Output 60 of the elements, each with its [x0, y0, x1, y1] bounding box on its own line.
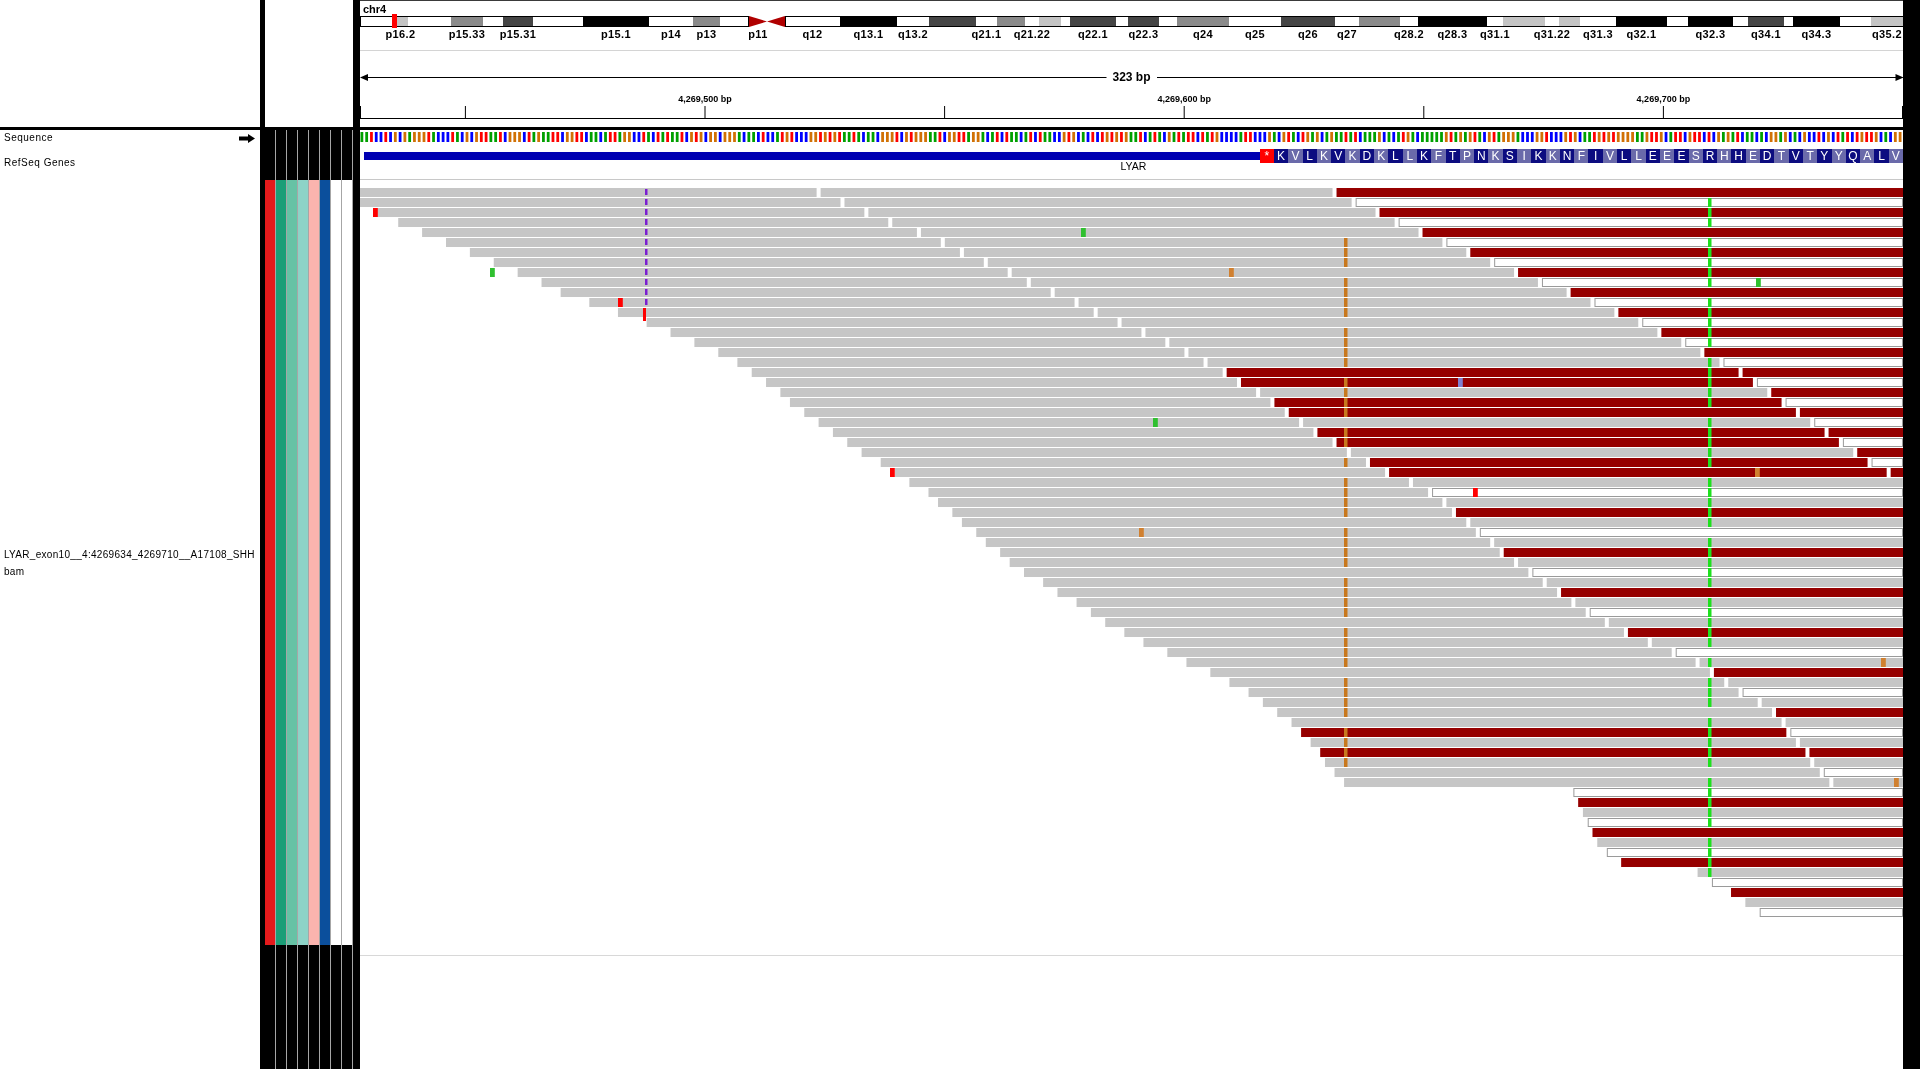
- cytoband-label: q21.22: [1013, 29, 1051, 39]
- amino-acid: D: [1760, 149, 1775, 163]
- amino-acid: L: [1631, 149, 1646, 163]
- amino-acid: K: [1531, 149, 1546, 163]
- amino-acid: F: [1574, 149, 1589, 163]
- amino-acid: F: [1431, 149, 1446, 163]
- ruler-tick-label: 4,269,500 bp: [678, 94, 732, 104]
- stop-codon: *: [1259, 149, 1274, 163]
- cytoband-label: q22.1: [1077, 29, 1109, 39]
- cytoband-label: p14: [660, 29, 682, 39]
- amino-acid: V: [1331, 149, 1346, 163]
- cytoband-label: q34.1: [1750, 29, 1782, 39]
- cytoband-label: q31.3: [1582, 29, 1614, 39]
- gene-name: LYAR: [1120, 161, 1147, 172]
- cytoband-label: p13: [696, 29, 717, 39]
- cytoband-label: q27: [1336, 29, 1358, 39]
- amino-acid: K: [1488, 149, 1503, 163]
- ruler-tick-label: 4,269,700 bp: [1636, 94, 1691, 104]
- cytoband-label: p16.2: [385, 29, 416, 39]
- chromosome-name: chr4: [363, 2, 387, 15]
- cytoband-label: q13.2: [897, 29, 929, 39]
- cytoband-label: q22.3: [1128, 29, 1159, 39]
- ruler-tick-label: 4,269,600 bp: [1157, 94, 1211, 104]
- amino-acid: N: [1474, 149, 1489, 163]
- cytoband-label: q32.3: [1695, 29, 1726, 39]
- cytoband-label: p15.1: [600, 29, 632, 39]
- cytoband-label: q32.1: [1626, 29, 1657, 39]
- amino-acid: K: [1374, 149, 1389, 163]
- amino-acid: L: [1874, 149, 1889, 163]
- cytoband-label: q31.22: [1533, 29, 1571, 39]
- amino-acid: L: [1617, 149, 1632, 163]
- cytoband-label: q12: [802, 29, 823, 39]
- cytoband-label: q25: [1244, 29, 1266, 39]
- track-name: RefSeq Genes: [4, 157, 76, 169]
- amino-acid: T: [1774, 149, 1789, 163]
- arrow-right-icon[interactable]: [239, 133, 255, 143]
- cytoband-label: p15.33: [448, 29, 486, 39]
- cytoband-label: q24: [1192, 29, 1214, 39]
- cytoband-label: q35.2: [1871, 29, 1903, 39]
- amino-acid: L: [1388, 149, 1403, 163]
- cytoband-label: q34.3: [1801, 29, 1832, 39]
- cytoband-label: q26: [1297, 29, 1319, 39]
- track-name: Sequence: [4, 132, 54, 144]
- amino-acid: K: [1345, 149, 1360, 163]
- cytoband-label: q13.1: [853, 29, 884, 39]
- amino-acid: Y: [1817, 149, 1832, 163]
- ruler-span-label: 323 bp: [1112, 70, 1151, 84]
- amino-acid: A: [1860, 149, 1875, 163]
- cytoband-label: p15.31: [499, 29, 537, 39]
- amino-acid: I: [1588, 149, 1603, 163]
- cytoband-label: p11: [748, 29, 768, 39]
- amino-acid: H: [1717, 149, 1732, 163]
- amino-acid: E: [1674, 149, 1689, 163]
- cytoband-label: q21.1: [971, 29, 1002, 39]
- cytoband-label: q28.2: [1393, 29, 1425, 39]
- cytoband-label: q28.3: [1437, 29, 1468, 39]
- amino-acid: H: [1731, 149, 1746, 163]
- cytoband-label: q31.1: [1479, 29, 1511, 39]
- amino-acid: V: [1288, 149, 1303, 163]
- track-name: LYAR_exon10__4:4269634_4269710__A17108_SHH bam: [4, 547, 255, 579]
